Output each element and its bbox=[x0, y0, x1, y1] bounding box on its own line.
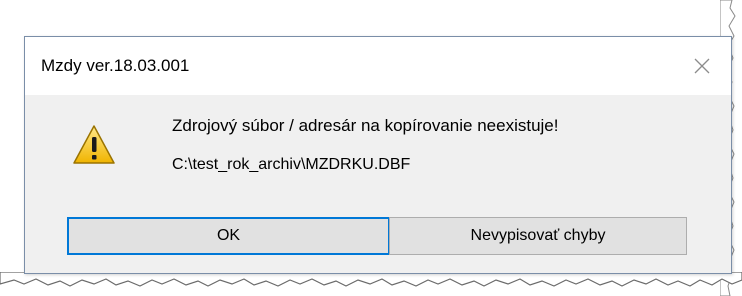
suppress-errors-button[interactable]: Nevypisovať chyby bbox=[389, 217, 687, 255]
message-dialog: Mzdy ver.18.03.001 Zdrojový súbor / adre… bbox=[24, 36, 732, 274]
warning-icon bbox=[73, 125, 115, 164]
dialog-titlebar: Mzdy ver.18.03.001 bbox=[25, 37, 731, 95]
dialog-content: Zdrojový súbor / adresár na kopírovanie … bbox=[25, 95, 731, 205]
screenshot-stage: Mzdy ver.18.03.001 Zdrojový súbor / adre… bbox=[0, 0, 742, 296]
error-message: Zdrojový súbor / adresár na kopírovanie … bbox=[172, 116, 559, 135]
close-button[interactable] bbox=[681, 47, 723, 85]
close-icon bbox=[694, 58, 710, 74]
dialog-title: Mzdy ver.18.03.001 bbox=[41, 56, 190, 75]
ok-button[interactable]: OK bbox=[67, 217, 390, 255]
torn-edge-bottom bbox=[0, 272, 742, 287]
file-path: C:\test_rok_archiv\MZDRKU.DBF bbox=[172, 156, 411, 173]
